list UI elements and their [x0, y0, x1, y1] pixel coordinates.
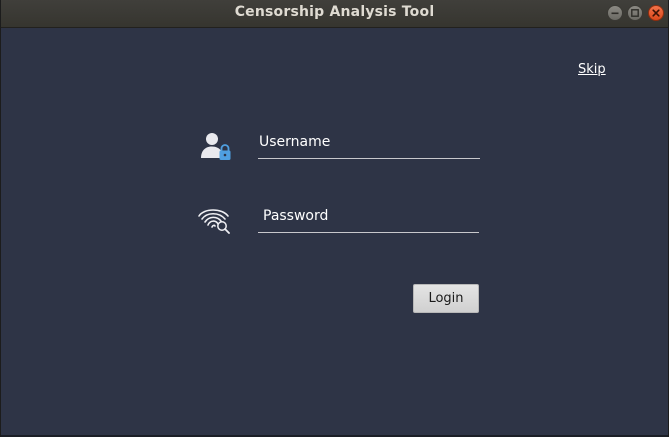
fingerprint-icon [198, 209, 230, 234]
minimize-icon [611, 12, 619, 15]
password-field[interactable]: Password [258, 208, 479, 233]
maximize-button[interactable] [627, 5, 643, 21]
close-icon [652, 9, 660, 17]
password-value: Password [263, 208, 329, 224]
user-lock-icon [201, 133, 231, 160]
minimize-button[interactable] [607, 5, 623, 21]
app-window: Censorship Analysis Tool Skip Username P… [0, 0, 669, 437]
login-button[interactable]: Login [413, 284, 479, 313]
username-value: Username [259, 134, 331, 150]
skip-link[interactable]: Skip [578, 62, 606, 77]
maximize-icon [631, 9, 639, 17]
close-button[interactable] [648, 5, 664, 21]
title-bar[interactable]: Censorship Analysis Tool [1, 0, 668, 28]
login-panel: Skip Username Password Login [1, 28, 668, 435]
window-title: Censorship Analysis Tool [234, 4, 435, 20]
username-field[interactable]: Username [258, 134, 480, 159]
